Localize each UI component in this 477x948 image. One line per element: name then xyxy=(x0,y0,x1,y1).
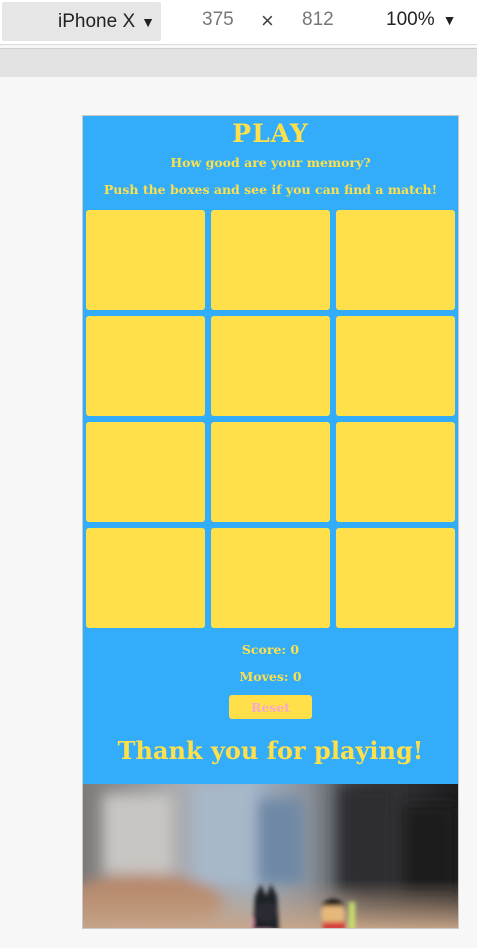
lego-photo xyxy=(83,784,458,928)
instructions: Push the boxes and see if you can find a… xyxy=(103,182,438,197)
memory-card[interactable] xyxy=(86,422,205,522)
device-select[interactable]: iPhone X ▼ xyxy=(2,2,161,41)
device-toolbar: iPhone X ▼ 375 × 812 100% ▼ xyxy=(0,0,477,45)
page-title: PLAY xyxy=(232,119,309,148)
device-name: iPhone X xyxy=(58,10,136,32)
memory-card[interactable] xyxy=(211,316,330,416)
memory-card[interactable] xyxy=(86,316,205,416)
moves-label: Moves: 0 xyxy=(239,669,302,684)
zoom-level: 100% xyxy=(386,9,435,30)
memory-card[interactable] xyxy=(86,528,205,628)
memory-card[interactable] xyxy=(211,422,330,522)
media-query-bar xyxy=(0,48,477,77)
reset-button[interactable]: Reset xyxy=(229,695,312,719)
viewport-height-input[interactable]: 812 xyxy=(302,9,334,31)
chevron-down-icon: ▼ xyxy=(442,12,457,28)
times-icon: × xyxy=(261,8,274,33)
memory-card[interactable] xyxy=(86,210,205,310)
memory-card[interactable] xyxy=(336,316,455,416)
card-grid xyxy=(86,210,455,628)
thank-you-heading: Thank you for playing! xyxy=(117,736,424,765)
memory-card[interactable] xyxy=(336,422,455,522)
zoom-select[interactable]: 100% ▼ xyxy=(386,9,456,31)
memory-card[interactable] xyxy=(211,210,330,310)
memory-card[interactable] xyxy=(336,528,455,628)
lego-figures-image xyxy=(83,784,458,928)
viewport-width-input[interactable]: 375 xyxy=(202,9,234,31)
memory-question: How good are your memory? xyxy=(170,155,371,170)
memory-card[interactable] xyxy=(211,528,330,628)
score-label: Score: 0 xyxy=(241,642,300,657)
chevron-down-icon: ▼ xyxy=(141,13,155,30)
emulated-viewport: PLAY How good are your memory? Push the … xyxy=(82,115,459,929)
memory-card[interactable] xyxy=(336,210,455,310)
